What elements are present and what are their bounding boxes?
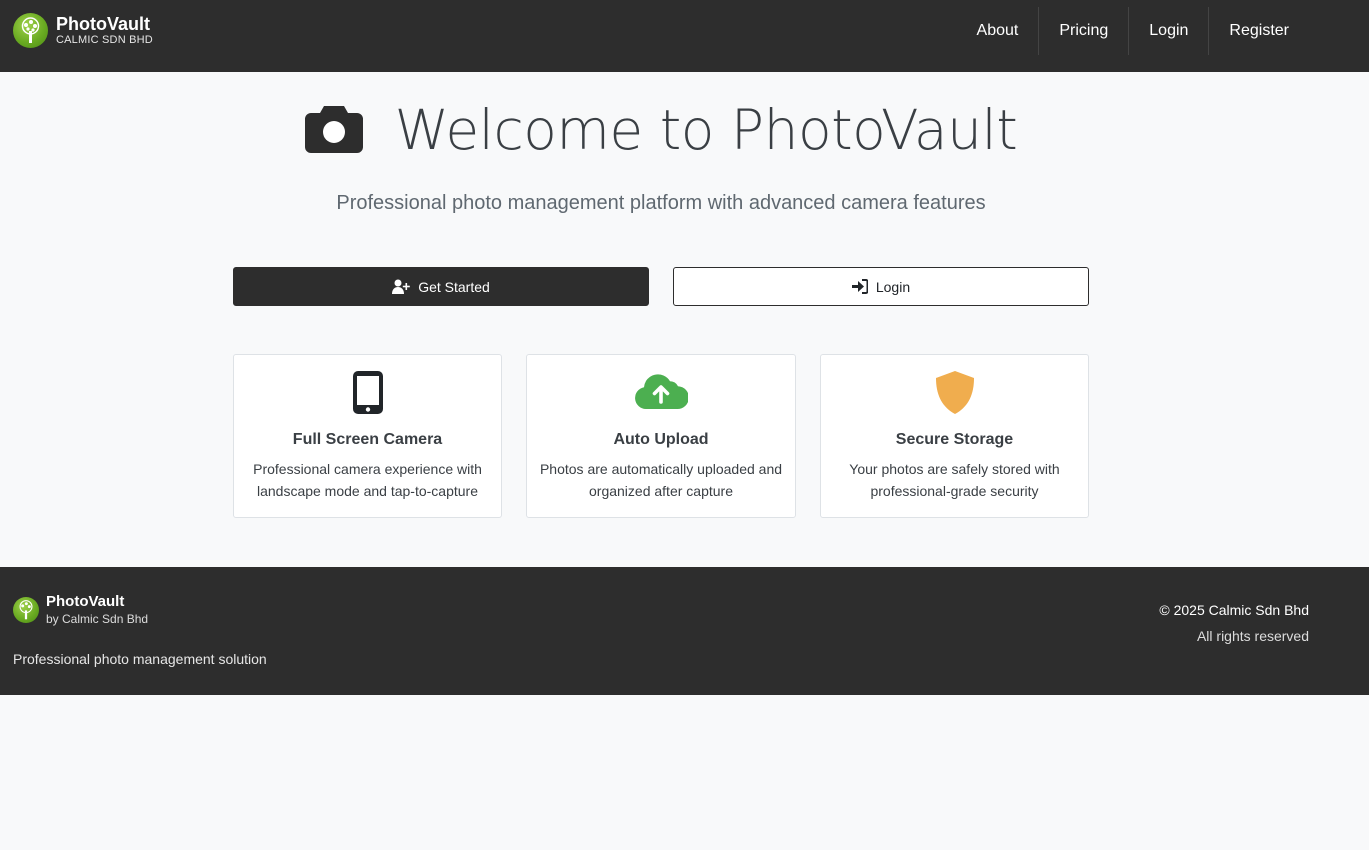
- mobile-icon: [352, 371, 383, 414]
- navbar: PhotoVault CALMIC SDN BHD About Pricing …: [0, 0, 1369, 72]
- cloud-upload-icon: [635, 374, 688, 410]
- nav-about[interactable]: About: [957, 7, 1039, 55]
- tree-logo-icon: [13, 13, 48, 48]
- footer-brand: PhotoVault by Calmic Sdn Bhd: [13, 593, 148, 627]
- feature-card-storage: Secure Storage Your photos are safely st…: [820, 354, 1089, 518]
- feature-title: Auto Upload: [613, 431, 709, 448]
- shield-icon: [935, 371, 974, 414]
- nav-links: About Pricing Login Register: [957, 7, 1309, 55]
- feature-text: Your photos are safely stored with profe…: [849, 461, 1060, 499]
- nav-pricing[interactable]: Pricing: [1038, 7, 1128, 55]
- copyright: © 2025 Calmic Sdn Bhd: [1159, 602, 1309, 618]
- brand-name: PhotoVault: [56, 14, 150, 34]
- user-plus-icon: [392, 279, 411, 294]
- feature-text: Professional camera experience with land…: [253, 461, 482, 499]
- feature-title: Secure Storage: [895, 431, 1014, 448]
- rights-reserved: All rights reserved: [1196, 628, 1309, 644]
- login-button-label: Login: [875, 278, 911, 295]
- feature-card-upload: Auto Upload Photos are automatically upl…: [526, 354, 796, 518]
- footer-company: by Calmic Sdn Bhd: [46, 612, 149, 626]
- get-started-label: Get Started: [418, 278, 490, 295]
- footer-legal: © 2025 Calmic Sdn Bhd All rights reserve…: [1159, 601, 1309, 645]
- feature-title: Full Screen Camera: [292, 431, 443, 448]
- footer: PhotoVault by Calmic Sdn Bhd Professiona…: [0, 567, 1369, 695]
- hero-title: Welcome to PhotoVault: [0, 98, 1322, 162]
- login-button[interactable]: Login: [673, 267, 1089, 306]
- brand-subtitle: CALMIC SDN BHD: [56, 34, 153, 46]
- feature-text: Photos are automatically uploaded and or…: [539, 461, 783, 499]
- brand[interactable]: PhotoVault CALMIC SDN BHD: [13, 13, 153, 48]
- tree-logo-icon: [13, 597, 39, 623]
- nav-register[interactable]: Register: [1208, 7, 1309, 55]
- sign-in-icon: [851, 279, 868, 294]
- camera-icon: [304, 103, 363, 158]
- get-started-button[interactable]: Get Started: [233, 267, 649, 306]
- feature-card-camera: Full Screen Camera Professional camera e…: [233, 354, 502, 518]
- nav-login[interactable]: Login: [1128, 7, 1208, 55]
- footer-description: Professional photo management solution: [13, 651, 267, 667]
- footer-name: PhotoVault: [46, 593, 125, 610]
- hero-subtitle: Professional photo management platform w…: [336, 192, 986, 214]
- page-title: Welcome to PhotoVault: [394, 98, 1018, 162]
